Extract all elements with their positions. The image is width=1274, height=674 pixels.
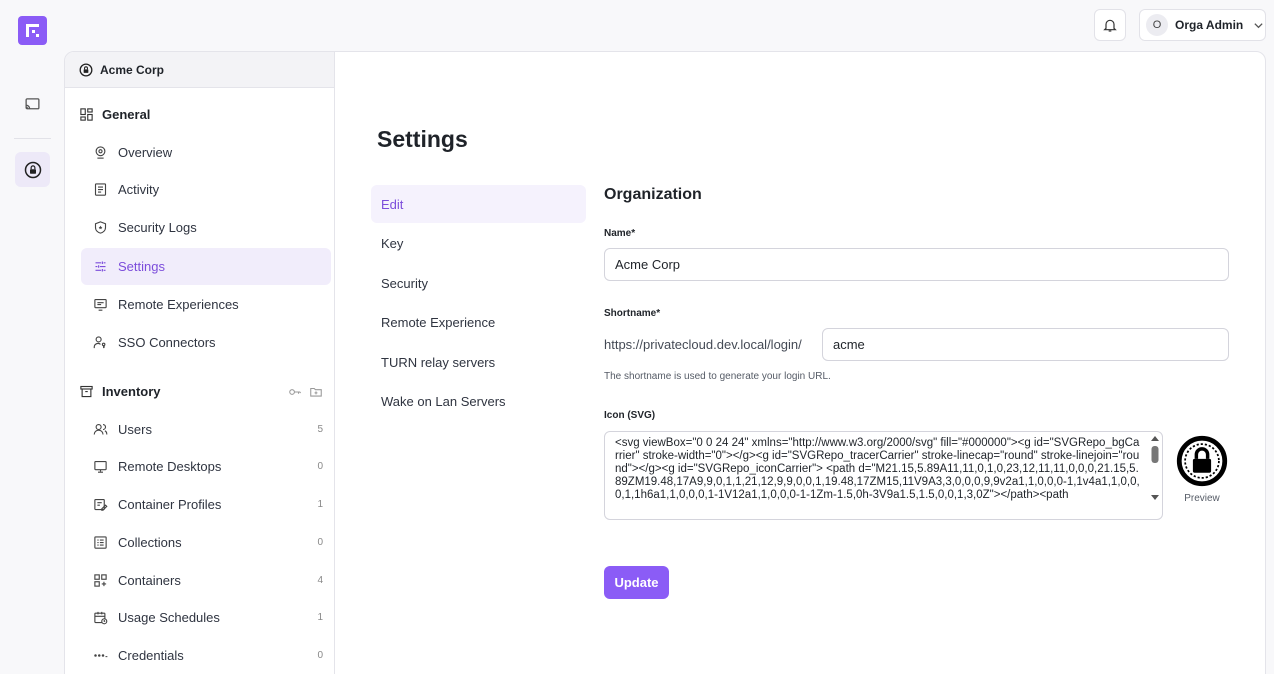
lock-circle-icon <box>1176 435 1228 487</box>
monitor-icon <box>92 297 108 313</box>
item-count: 4 <box>317 575 323 586</box>
rail-divider <box>14 138 51 139</box>
sidebar-item-label: Security Logs <box>118 220 197 235</box>
section-general-title: General <box>102 107 151 122</box>
sidebar-item-collections[interactable]: Collections 0 <box>81 524 331 561</box>
item-count: 5 <box>317 424 323 435</box>
tab-wake-on-lan-servers[interactable]: Wake on Lan Servers <box>371 383 586 421</box>
page-title: Settings <box>377 126 468 152</box>
sidebar-item-remote-experiences[interactable]: Remote Experiences <box>81 286 331 323</box>
sidebar-item-sso-connectors[interactable]: SSO Connectors <box>81 324 331 361</box>
shortname-label: Shortname* <box>604 308 661 319</box>
sidebar: Acme Corp General Overview Activity Secu… <box>65 52 335 674</box>
org-header[interactable]: Acme Corp <box>65 52 334 88</box>
item-count: 0 <box>317 650 323 661</box>
document-icon <box>92 182 108 198</box>
sidebar-item-label: Remote Desktops <box>118 459 222 474</box>
form-title: Organization <box>604 186 702 203</box>
org-lock-icon[interactable] <box>15 152 50 187</box>
tab-security[interactable]: Security <box>371 264 586 302</box>
item-count: 1 <box>317 499 323 510</box>
icon-label: Icon (SVG) <box>604 410 656 421</box>
tab-edit[interactable]: Edit <box>371 185 586 223</box>
archive-icon <box>80 385 93 398</box>
name-label: Name* <box>604 228 636 239</box>
profile-edit-icon <box>92 497 108 513</box>
folder-add-icon[interactable] <box>309 385 323 399</box>
cast-icon[interactable] <box>15 87 50 122</box>
org-lock-icon <box>79 63 93 76</box>
sidebar-item-users[interactable]: Users 5 <box>81 411 331 448</box>
org-name: Acme Corp <box>100 62 165 77</box>
shield-icon <box>92 220 108 236</box>
sliders-icon <box>92 259 108 275</box>
preview-label: Preview <box>1184 493 1220 504</box>
sidebar-item-label: Remote Experiences <box>118 297 239 312</box>
textarea-scrollbar[interactable] <box>1149 433 1161 503</box>
section-general: General <box>79 107 150 122</box>
sidebar-item-label: SSO Connectors <box>118 335 216 350</box>
calendar-clock-icon <box>92 610 108 626</box>
section-inventory: Inventory <box>79 384 323 399</box>
tab-turn-relay-servers[interactable]: TURN relay servers <box>371 343 586 381</box>
sidebar-item-label: Credentials <box>118 648 184 663</box>
key-icon[interactable] <box>288 385 302 399</box>
sidebar-item-label: Activity <box>118 182 160 197</box>
sidebar-item-label: Container Profiles <box>118 497 222 512</box>
sidebar-item-label: Containers <box>118 573 181 588</box>
sidebar-item-container-profiles[interactable]: Container Profiles 1 <box>81 486 331 523</box>
sidebar-item-label: Overview <box>118 145 173 160</box>
webcam-icon <box>92 145 108 161</box>
users-icon <box>92 422 108 438</box>
sidebar-item-label: Users <box>118 422 152 437</box>
shortname-prefix: https://privatecloud.dev.local/login/ <box>604 337 802 352</box>
organization-form: Organization Name* Acme Corp Shortname* … <box>604 186 1230 599</box>
item-count: 1 <box>317 612 323 623</box>
app-rail <box>0 0 64 674</box>
content-area: Settings Edit Key Security Remote Experi… <box>335 52 1265 674</box>
sidebar-item-settings[interactable]: Settings <box>81 248 331 285</box>
grid-icon <box>92 573 108 589</box>
settings-tabs: Edit Key Security Remote Experience TURN… <box>371 185 586 423</box>
sidebar-item-credentials[interactable]: Credentials 0 <box>81 637 331 674</box>
section-inventory-title: Inventory <box>102 384 161 399</box>
main-card: Acme Corp General Overview Activity Secu… <box>64 51 1266 674</box>
sidebar-item-usage-schedules[interactable]: Usage Schedules 1 <box>81 599 331 636</box>
sidebar-item-containers[interactable]: Containers 4 <box>81 562 331 599</box>
password-dots-icon <box>92 648 108 664</box>
list-icon <box>92 535 108 551</box>
sidebar-item-remote-desktops[interactable]: Remote Desktops 0 <box>81 448 331 485</box>
sidebar-item-overview[interactable]: Overview <box>81 134 331 171</box>
sidebar-item-label: Settings <box>118 259 165 274</box>
avatar: O <box>1146 14 1168 36</box>
item-count: 0 <box>317 461 323 472</box>
shortname-field[interactable]: acme <box>822 328 1229 361</box>
dashboard-icon <box>80 108 93 121</box>
tab-remote-experience[interactable]: Remote Experience <box>371 304 586 342</box>
name-field[interactable]: Acme Corp <box>604 248 1229 281</box>
notifications-bell-icon[interactable] <box>1094 9 1126 41</box>
chevron-down-icon <box>1253 20 1264 31</box>
user-menu[interactable]: O Orga Admin <box>1139 9 1266 41</box>
tab-key[interactable]: Key <box>371 225 586 263</box>
user-key-icon <box>92 335 108 351</box>
item-count: 0 <box>317 537 323 548</box>
sidebar-item-label: Collections <box>118 535 182 550</box>
icon-preview: Preview <box>1176 435 1228 504</box>
icon-svg-textarea[interactable]: <svg viewBox="0 0 24 24" xmlns="http://w… <box>604 431 1163 520</box>
sidebar-item-activity[interactable]: Activity <box>81 171 331 208</box>
update-button[interactable]: Update <box>604 566 669 599</box>
sidebar-item-label: Usage Schedules <box>118 610 220 625</box>
shortname-help: The shortname is used to generate your l… <box>604 371 831 382</box>
app-logo-icon[interactable] <box>18 16 47 45</box>
desktop-icon <box>92 459 108 475</box>
user-name: Orga Admin <box>1175 18 1244 32</box>
sidebar-item-security-logs[interactable]: Security Logs <box>81 209 331 246</box>
